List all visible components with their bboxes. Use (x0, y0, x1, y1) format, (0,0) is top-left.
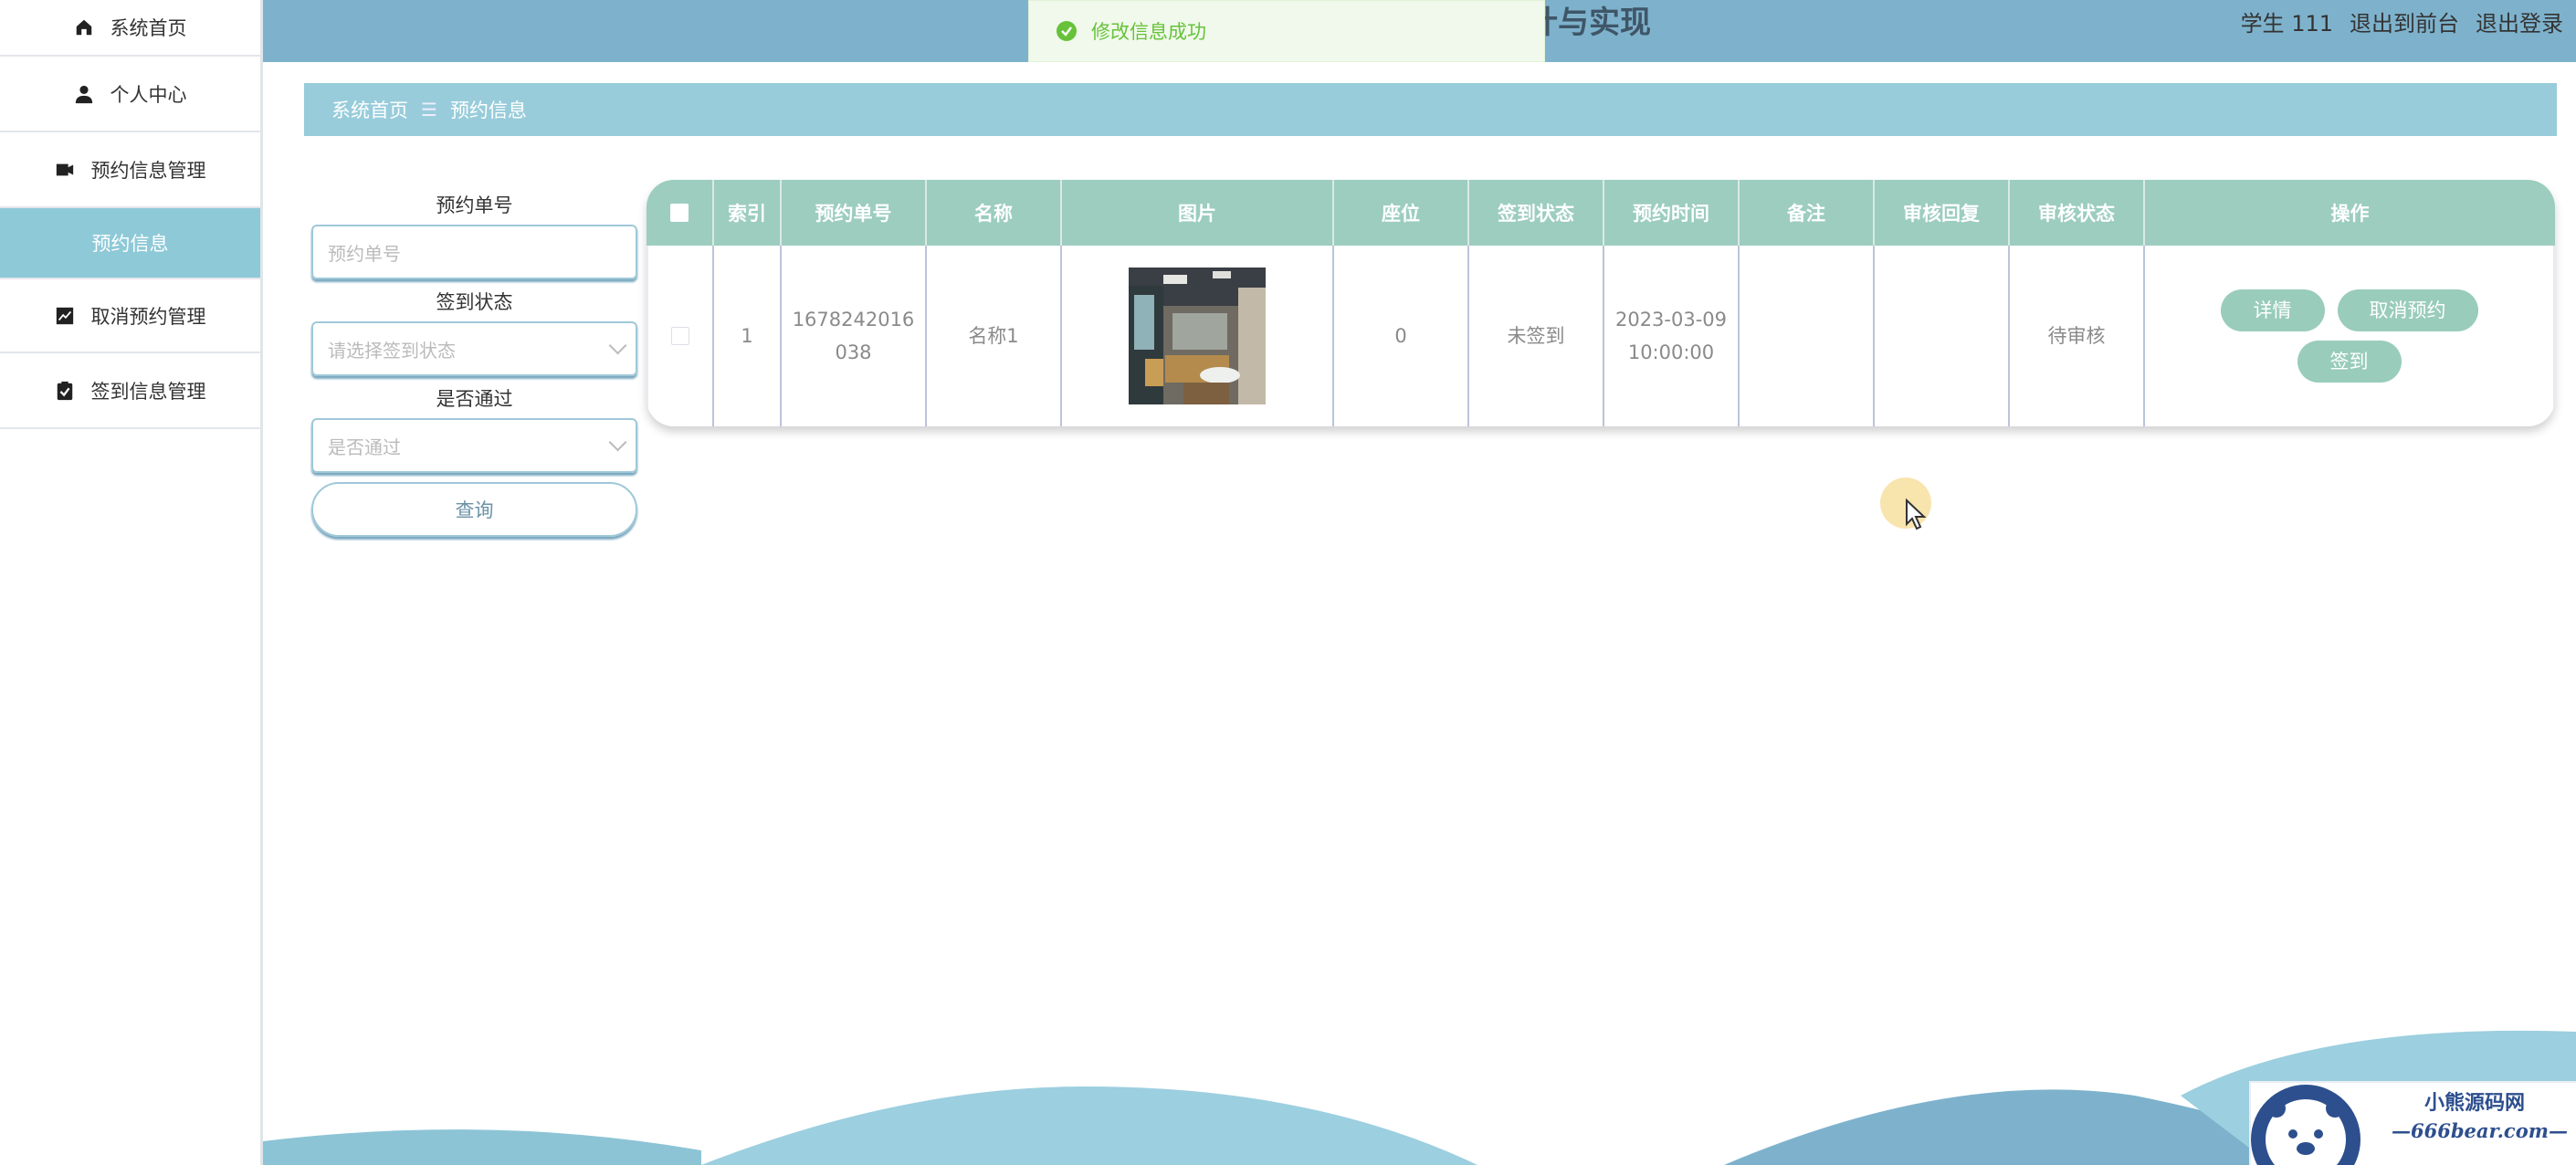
chevron-down-icon (608, 433, 627, 452)
cancel-reservation-button[interactable]: 取消预约 (2337, 289, 2478, 331)
cell-signin-status: 未签到 (1469, 246, 1604, 426)
current-user: 学生 111 (2240, 11, 2333, 37)
detail-button[interactable]: 详情 (2220, 289, 2325, 331)
decorative-waves (263, 1030, 2576, 1165)
time-clock: 10:00:00 (1627, 341, 1715, 363)
logout-link[interactable]: 退出登录 (2476, 5, 2563, 37)
signin-status-select[interactable]: 请选择签到状态 (311, 321, 637, 376)
sidebar-item-signin-management[interactable]: 签到信息管理 (0, 353, 260, 429)
table-header: 索引 预约单号 名称 图片 座位 签到状态 预约时间 备注 审核回复 审核状态 … (647, 180, 2555, 246)
order-no-placeholder: 预约单号 (328, 242, 401, 265)
chevron-down-icon (608, 336, 627, 355)
watermark-line2: —666bear.com— (2392, 1119, 2568, 1142)
cell-review-reply (1875, 246, 2010, 426)
signin-status-placeholder: 请选择签到状态 (328, 339, 456, 362)
chart-icon (56, 307, 73, 324)
toast-message: 修改信息成功 (1091, 21, 1206, 43)
pass-status-select[interactable]: 是否通过 (311, 418, 637, 473)
watermark-line1: 小熊源码网 (2424, 1091, 2526, 1115)
mouse-cursor-icon (1906, 499, 1927, 530)
sidebar-item-label: 系统首页 (110, 17, 187, 39)
success-toast: 修改信息成功 (1028, 0, 1545, 62)
query-button[interactable]: 查询 (311, 482, 637, 537)
time-date: 2023-03-09 (1614, 309, 1728, 331)
pass-status-label: 是否通过 (436, 388, 513, 410)
exit-front-link[interactable]: 退出到前台 (2350, 5, 2459, 37)
order-no-label: 预约单号 (436, 194, 513, 216)
cell-index: 1 (714, 246, 782, 426)
sidebar-item-label: 个人中心 (110, 83, 187, 106)
app-root: { "sidebar": { "items": [ {"label": "系统首… (0, 0, 2576, 1165)
sidebar-item-reservation-info[interactable]: 预约信息 (0, 208, 260, 278)
pass-status-placeholder: 是否通过 (328, 436, 401, 458)
breadcrumb-current: 预约信息 (449, 100, 527, 121)
row-select-cell (648, 246, 714, 426)
signin-button[interactable]: 签到 (2297, 341, 2402, 383)
header-user-area: 学生 111 退出到前台 退出登录 (2241, 5, 2563, 37)
sidebar-item-personal-center[interactable]: 个人中心 (0, 57, 260, 132)
cell-review-status: 待审核 (2010, 246, 2145, 426)
header-image: 图片 (1062, 180, 1334, 246)
header-name: 名称 (927, 180, 1062, 246)
order-no-part-1: 1678242016 (792, 309, 915, 331)
header-seat: 座位 (1334, 180, 1469, 246)
sidebar-item-home[interactable]: 系统首页 (0, 0, 260, 57)
room-photo-thumbnail[interactable] (1129, 268, 1266, 404)
watermark-logo: 小熊源码网 —666bear.com— (2249, 1081, 2576, 1165)
cell-order-no: 1678242016 038 (782, 246, 927, 426)
header-signin-status: 签到状态 (1469, 180, 1604, 246)
sidebar-item-label: 预约信息管理 (90, 159, 206, 182)
header-index: 索引 (714, 180, 782, 246)
ticket-icon (56, 163, 73, 175)
header-order-no: 预约单号 (782, 180, 927, 246)
cell-time: 2023-03-09 10:00:00 (1604, 246, 1740, 426)
reservation-table: 索引 预约单号 名称 图片 座位 签到状态 预约时间 备注 审核回复 审核状态 … (647, 180, 2555, 426)
sidebar-item-label: 取消预约管理 (90, 305, 206, 328)
sidebar-item-cancel-management[interactable]: 取消预约管理 (0, 278, 260, 353)
select-all-checkbox[interactable] (670, 204, 689, 222)
home-icon (76, 19, 91, 36)
header-review-status: 审核状态 (2010, 180, 2145, 246)
check-circle-icon (1057, 21, 1077, 41)
order-no-input[interactable]: 预约单号 (311, 225, 637, 279)
breadcrumb: 系统首页 ☰ 预约信息 (304, 83, 2557, 136)
sidebar-item-label: 预约信息 (91, 233, 169, 255)
header-remark: 备注 (1740, 180, 1875, 246)
row-checkbox[interactable] (671, 327, 689, 345)
header-actions: 操作 (2330, 203, 2370, 225)
cell-actions: 详情 取消预约 签到 (2145, 246, 2555, 426)
actions-top-row: 详情 取消预约 (2220, 289, 2478, 331)
table-row: 1 1678242016 038 名称1 0 未签到 2023-03-09 10… (647, 246, 2555, 426)
cell-remark (1740, 246, 1875, 426)
breadcrumb-home[interactable]: 系统首页 (331, 96, 408, 123)
header-review-reply: 审核回复 (1875, 180, 2010, 246)
breadcrumb-separator: ☰ (421, 99, 437, 121)
sidebar: 系统首页 个人中心 预约信息管理 预约信息 取消预约管理 签到信息管理 (0, 0, 263, 1165)
sidebar-item-reservation-management[interactable]: 预约信息管理 (0, 132, 260, 208)
search-panel: 预约单号 预约单号 签到状态 请选择签到状态 是否通过 是否通过 查询 (311, 192, 637, 537)
select-all-cell (647, 180, 714, 246)
user-icon (75, 85, 92, 103)
signin-status-label: 签到状态 (436, 291, 513, 313)
sidebar-item-label: 签到信息管理 (90, 380, 206, 403)
clipboard-check-icon (57, 381, 72, 400)
cell-name: 名称1 (927, 246, 1062, 426)
header-time: 预约时间 (1604, 180, 1740, 246)
cell-seat: 0 (1334, 246, 1469, 426)
cell-image (1062, 246, 1334, 426)
order-no-part-2: 038 (835, 341, 872, 363)
